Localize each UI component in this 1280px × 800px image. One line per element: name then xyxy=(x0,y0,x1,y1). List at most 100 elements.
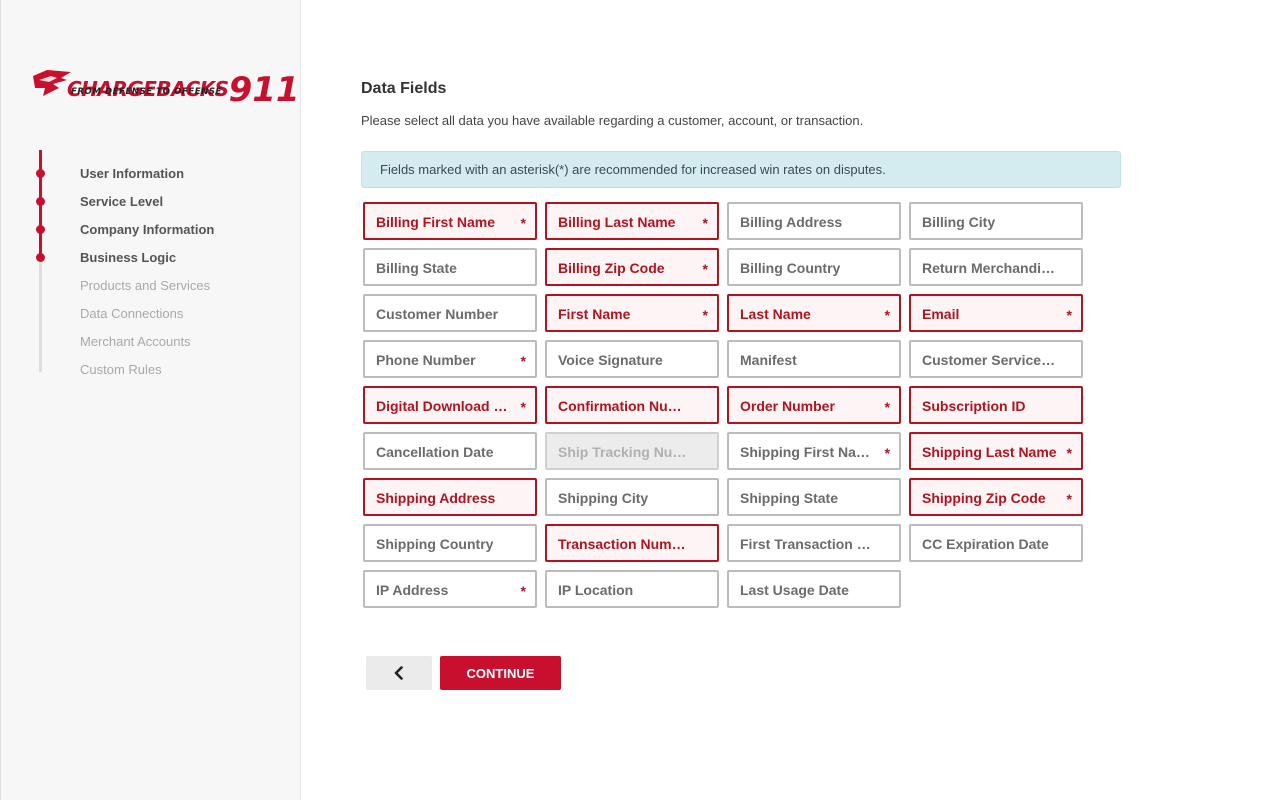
recommended-asterisk: * xyxy=(520,583,526,599)
sidebar: CHARGEBACKS911 FROM DEFENSE TO OFFENSE U… xyxy=(0,0,301,800)
continue-button[interactable]: CONTINUE xyxy=(440,656,561,690)
field-toggle-shipping-address[interactable]: Shipping Address xyxy=(363,478,537,516)
field-toggle-order-number[interactable]: Order Number * xyxy=(727,386,901,424)
recommended-asterisk: * xyxy=(702,261,708,277)
field-label: Ship Tracking Num... xyxy=(558,444,693,460)
field-label: Shipping First Name xyxy=(740,444,875,460)
field-toggle-ip-address[interactable]: IP Address * xyxy=(363,570,537,608)
recommended-asterisk: * xyxy=(1066,445,1072,461)
field-label: Digital Download N... xyxy=(376,398,511,414)
field-toggle-billing-first-name[interactable]: Billing First Name * xyxy=(363,202,537,240)
recommended-asterisk: * xyxy=(884,445,890,461)
field-label: Billing Zip Code xyxy=(558,260,665,276)
field-toggle-shipping-last-name[interactable]: Shipping Last Name * xyxy=(909,432,1083,470)
recommended-asterisk: * xyxy=(884,399,890,415)
field-toggle-digital-download-n[interactable]: Digital Download N... * xyxy=(363,386,537,424)
field-toggle-confirmation-number[interactable]: Confirmation Number xyxy=(545,386,719,424)
recommended-asterisk: * xyxy=(520,215,526,231)
field-toggle-email[interactable]: Email * xyxy=(909,294,1083,332)
field-label: First Name xyxy=(558,306,631,322)
field-toggle-billing-last-name[interactable]: Billing Last Name * xyxy=(545,202,719,240)
recommended-asterisk: * xyxy=(520,399,526,415)
field-label: Manifest xyxy=(740,352,797,368)
field-label: Shipping State xyxy=(740,490,838,506)
logo: CHARGEBACKS911 FROM DEFENSE TO OFFENSE xyxy=(31,62,300,110)
field-label: Billing Country xyxy=(740,260,841,276)
field-toggle-first-name[interactable]: First Name * xyxy=(545,294,719,332)
field-label: Shipping Zip Code xyxy=(922,490,1046,506)
recommended-asterisk: * xyxy=(1066,307,1072,323)
recommended-asterisk: * xyxy=(702,307,708,323)
step-dot xyxy=(36,169,45,178)
field-toggle-shipping-city[interactable]: Shipping City xyxy=(545,478,719,516)
field-label: First Transaction Date xyxy=(740,536,875,552)
field-toggle-phone-number[interactable]: Phone Number * xyxy=(363,340,537,378)
field-toggle-shipping-zip-code[interactable]: Shipping Zip Code * xyxy=(909,478,1083,516)
field-label: Last Name xyxy=(740,306,811,322)
field-label: IP Location xyxy=(558,582,634,598)
field-label: Billing City xyxy=(922,214,996,230)
logo-tagline: FROM DEFENSE TO OFFENSE xyxy=(71,87,222,97)
step-company-information[interactable]: Company Information xyxy=(80,222,214,237)
field-toggle-last-name[interactable]: Last Name * xyxy=(727,294,901,332)
field-toggle-ip-location[interactable]: IP Location xyxy=(545,570,719,608)
field-label: Subscription ID xyxy=(922,398,1026,414)
field-toggle-cancellation-date[interactable]: Cancellation Date xyxy=(363,432,537,470)
field-toggle-shipping-state[interactable]: Shipping State xyxy=(727,478,901,516)
field-label: Billing First Name xyxy=(376,214,496,230)
field-toggle-manifest[interactable]: Manifest xyxy=(727,340,901,378)
field-toggle-cc-expiration-date[interactable]: CC Expiration Date xyxy=(909,524,1083,562)
step-business-logic[interactable]: Business Logic xyxy=(80,250,176,265)
field-toggle-customer-service-n[interactable]: Customer Service N... xyxy=(909,340,1083,378)
step-dot xyxy=(36,253,45,262)
field-toggle-voice-signature[interactable]: Voice Signature xyxy=(545,340,719,378)
field-toggle-billing-city[interactable]: Billing City xyxy=(909,202,1083,240)
field-toggle-billing-zip-code[interactable]: Billing Zip Code * xyxy=(545,248,719,286)
field-toggle-billing-country[interactable]: Billing Country xyxy=(727,248,901,286)
info-notice: Fields marked with an asterisk(*) are re… xyxy=(361,151,1121,188)
field-toggle-return-merchandis[interactable]: Return Merchandis... xyxy=(909,248,1083,286)
field-label: Billing State xyxy=(376,260,457,276)
field-toggle-customer-number[interactable]: Customer Number xyxy=(363,294,537,332)
back-button[interactable] xyxy=(366,656,432,690)
field-toggle-subscription-id[interactable]: Subscription ID xyxy=(909,386,1083,424)
field-toggle-last-usage-date[interactable]: Last Usage Date xyxy=(727,570,901,608)
field-label: CC Expiration Date xyxy=(922,536,1049,552)
step-user-information[interactable]: User Information xyxy=(80,166,184,181)
field-toggle-shipping-first-name[interactable]: Shipping First Name * xyxy=(727,432,901,470)
field-label: Return Merchandis... xyxy=(922,260,1057,276)
field-label: IP Address xyxy=(376,582,449,598)
field-toggle-billing-address[interactable]: Billing Address xyxy=(727,202,901,240)
field-label: Billing Address xyxy=(740,214,843,230)
field-label: Shipping Last Name xyxy=(922,444,1057,460)
step-custom-rules: Custom Rules xyxy=(80,362,162,377)
step-merchant-accounts: Merchant Accounts xyxy=(80,334,191,349)
recommended-asterisk: * xyxy=(702,215,708,231)
step-dot xyxy=(36,197,45,206)
step-service-level[interactable]: Service Level xyxy=(80,194,163,209)
data-fields-grid: Billing First Name * Billing Last Name * Bil… xyxy=(363,202,1083,608)
field-toggle-transaction-number[interactable]: Transaction Number xyxy=(545,524,719,562)
field-label: Order Number xyxy=(740,398,835,414)
step-data-connections: Data Connections xyxy=(80,306,184,321)
step-products-and-services: Products and Services xyxy=(80,278,211,293)
field-label: Voice Signature xyxy=(558,352,663,368)
field-label: Customer Number xyxy=(376,306,499,322)
recommended-asterisk: * xyxy=(1066,491,1072,507)
step-dot xyxy=(36,225,45,234)
field-label: Phone Number xyxy=(376,352,476,368)
field-label: Confirmation Number xyxy=(558,398,693,414)
field-toggle-ship-tracking-num: Ship Tracking Num... xyxy=(545,432,719,470)
field-label: Transaction Number xyxy=(558,536,693,552)
chevron-left-icon xyxy=(394,666,403,680)
page-title: Data Fields xyxy=(361,80,447,97)
field-toggle-billing-state[interactable]: Billing State xyxy=(363,248,537,286)
field-toggle-shipping-country[interactable]: Shipping Country xyxy=(363,524,537,562)
field-label: Shipping Country xyxy=(376,536,494,552)
field-label: Shipping Address xyxy=(376,490,496,506)
field-toggle-first-transaction-date[interactable]: First Transaction Date xyxy=(727,524,901,562)
field-label: Email xyxy=(922,306,960,322)
field-label: Customer Service N... xyxy=(922,352,1057,368)
progress-line-pending xyxy=(39,258,42,372)
page-subtitle: Please select all data you have availabl… xyxy=(361,113,864,128)
